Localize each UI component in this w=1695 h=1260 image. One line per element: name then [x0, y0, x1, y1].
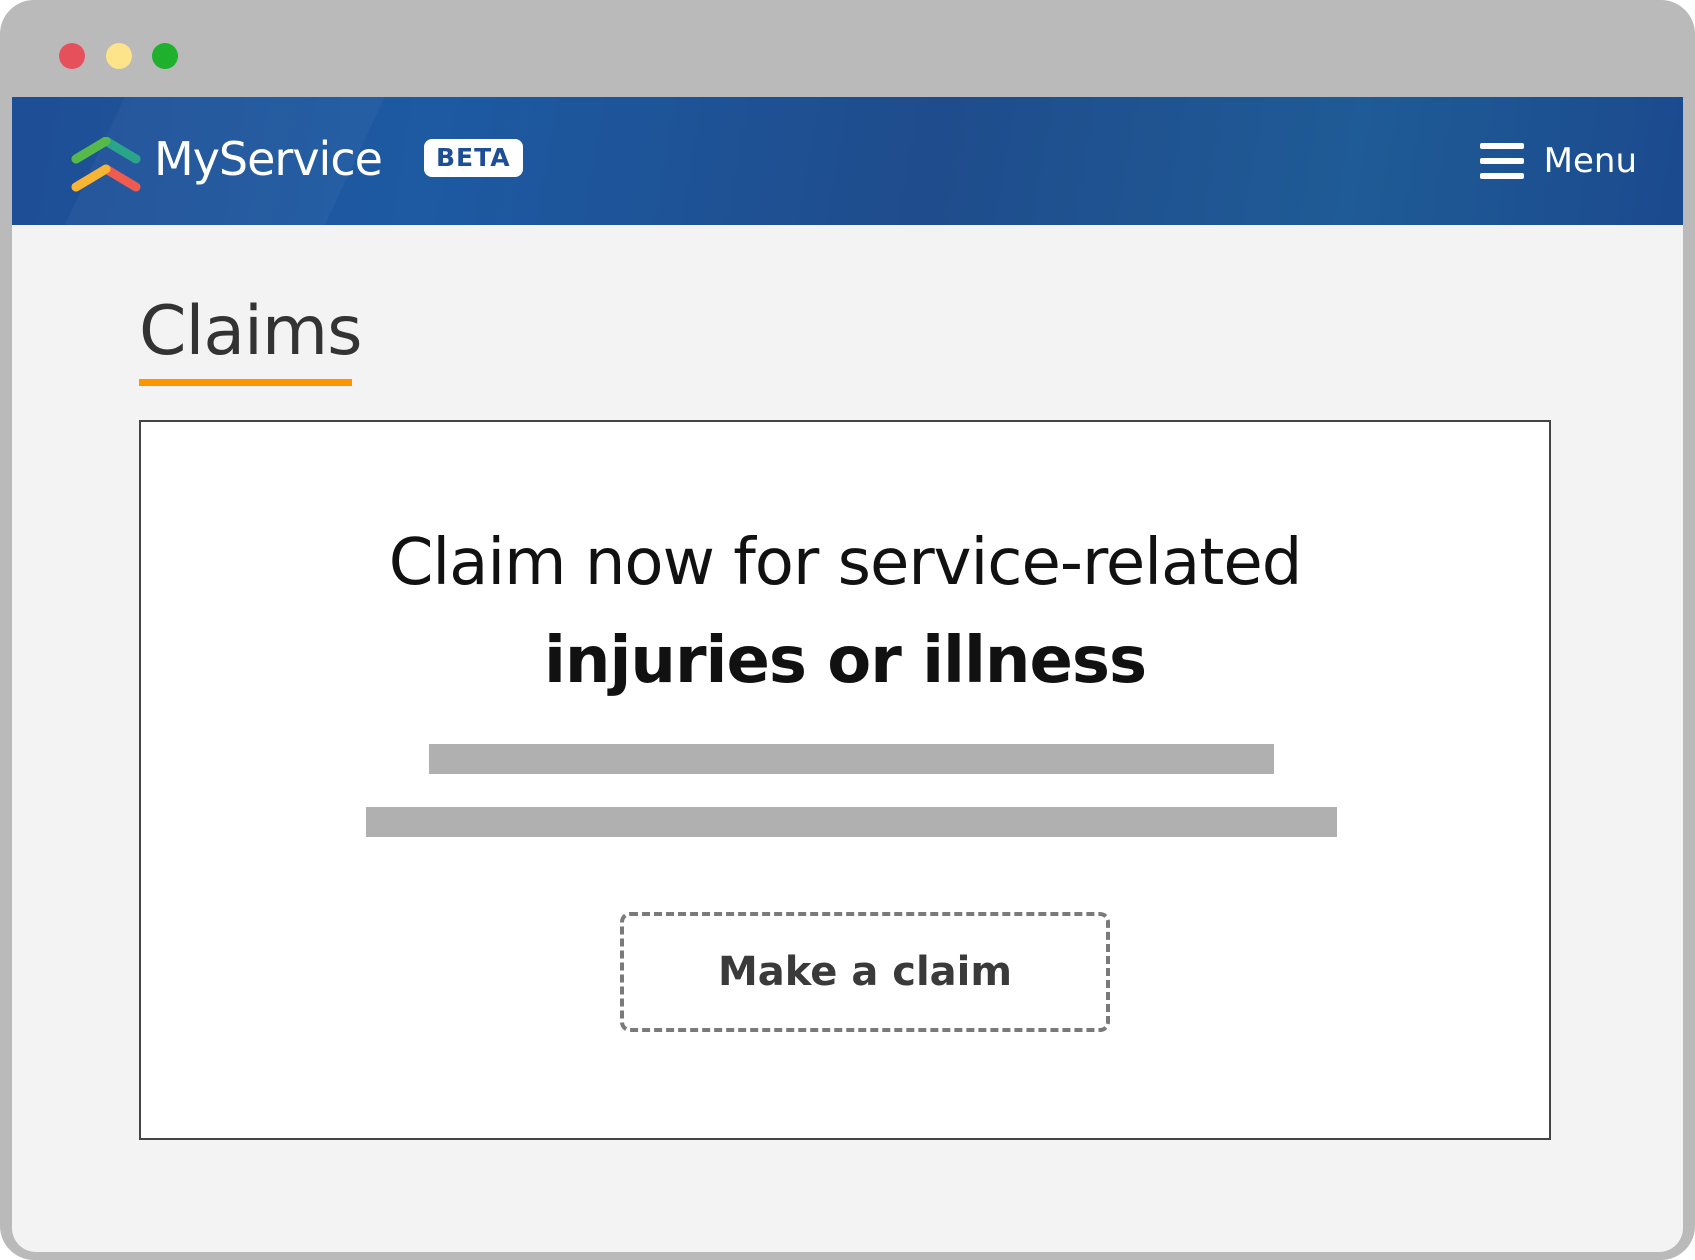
minimize-window-button[interactable]	[106, 43, 132, 69]
brand-name[interactable]: MyService	[154, 129, 383, 189]
site-header: MyService BETA Menu	[12, 97, 1683, 225]
menu-button[interactable]: Menu	[1479, 139, 1637, 183]
maximize-window-button[interactable]	[152, 43, 178, 69]
beta-badge: BETA	[424, 139, 523, 177]
headline-line-2: injuries or illness	[543, 624, 1147, 698]
page-title: Claims	[139, 292, 363, 371]
chevron-stack-logo-icon[interactable]	[70, 137, 142, 195]
browser-window: MyService BETA Menu Claims Claim now for…	[0, 0, 1695, 1260]
make-claim-button[interactable]: Make a claim	[620, 912, 1110, 1032]
hamburger-icon	[1479, 143, 1524, 179]
text-placeholder-bar	[366, 807, 1337, 837]
title-underline	[139, 379, 352, 386]
close-window-button[interactable]	[59, 43, 85, 69]
card-headline: Claim now for service-related injuries o…	[141, 514, 1549, 710]
menu-label: Menu	[1543, 141, 1637, 181]
page-viewport: MyService BETA Menu Claims Claim now for…	[12, 97, 1683, 1252]
headline-line-1: Claim now for service-related	[388, 526, 1303, 600]
text-placeholder-bar	[429, 744, 1274, 774]
claim-card: Claim now for service-related injuries o…	[139, 420, 1551, 1140]
